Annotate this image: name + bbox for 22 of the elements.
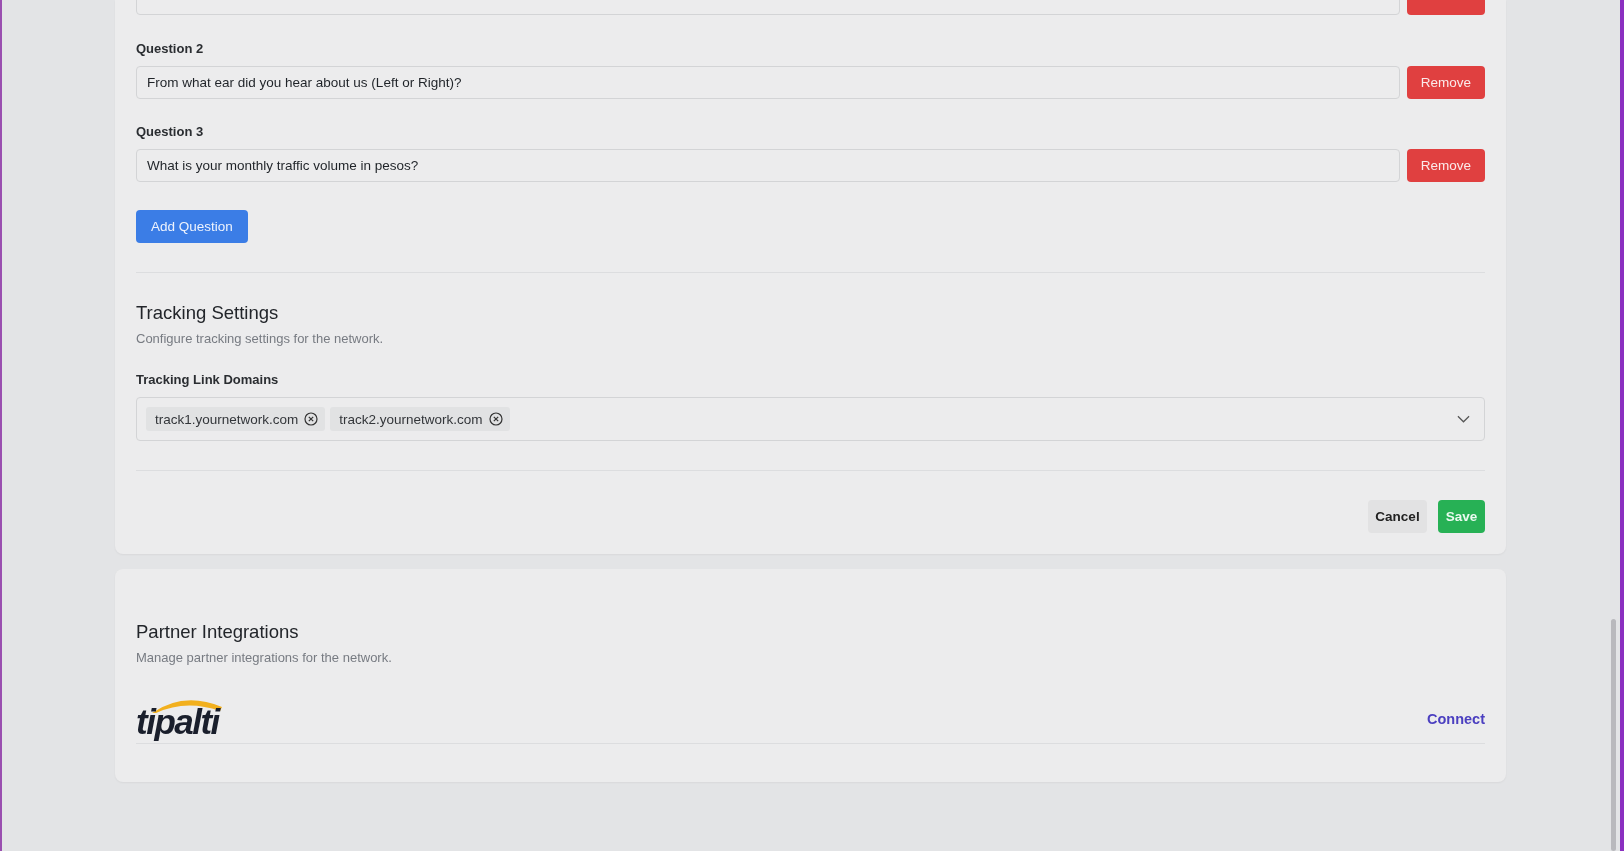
question-field[interactable]: What is your monthly traffic volume in pesos? [136, 149, 1400, 182]
field-label: Question 3 [136, 124, 205, 139]
domain-text: track2.yournetwork.com [339, 411, 483, 427]
remove-circle-icon[interactable] [488, 412, 503, 426]
section-heading: Tracking Settings [136, 302, 280, 324]
chevron-down-icon[interactable] [1457, 415, 1470, 423]
domain-text: track1.yournetwork.com [155, 411, 299, 427]
partner-logo: tipalti [136, 695, 222, 741]
remove-button[interactable]: Remove [1407, 66, 1485, 99]
add-question-button[interactable]: Add Question [136, 210, 248, 243]
cancel-button[interactable]: Cancel [1368, 500, 1427, 533]
field-label: Tracking Link Domains [136, 372, 280, 387]
section-description: Manage partner integrations for the network. [136, 650, 393, 665]
field-label: Question 2 [136, 41, 205, 56]
scrollbar-thumb[interactable] [1611, 619, 1616, 851]
remove-button[interactable]: Remove [1407, 149, 1485, 182]
domains-select[interactable]: track1.yournetwork.com track2.yournetwork.com [136, 397, 1485, 441]
connect-link[interactable]: Connect [1427, 711, 1485, 727]
question-field[interactable]: From what ear did you hear about us (Left or Right)? [136, 66, 1400, 99]
remove-circle-icon[interactable] [304, 412, 319, 426]
section-description: Configure tracking settings for the network. [136, 331, 385, 346]
section-heading: Partner Integrations [136, 621, 300, 643]
